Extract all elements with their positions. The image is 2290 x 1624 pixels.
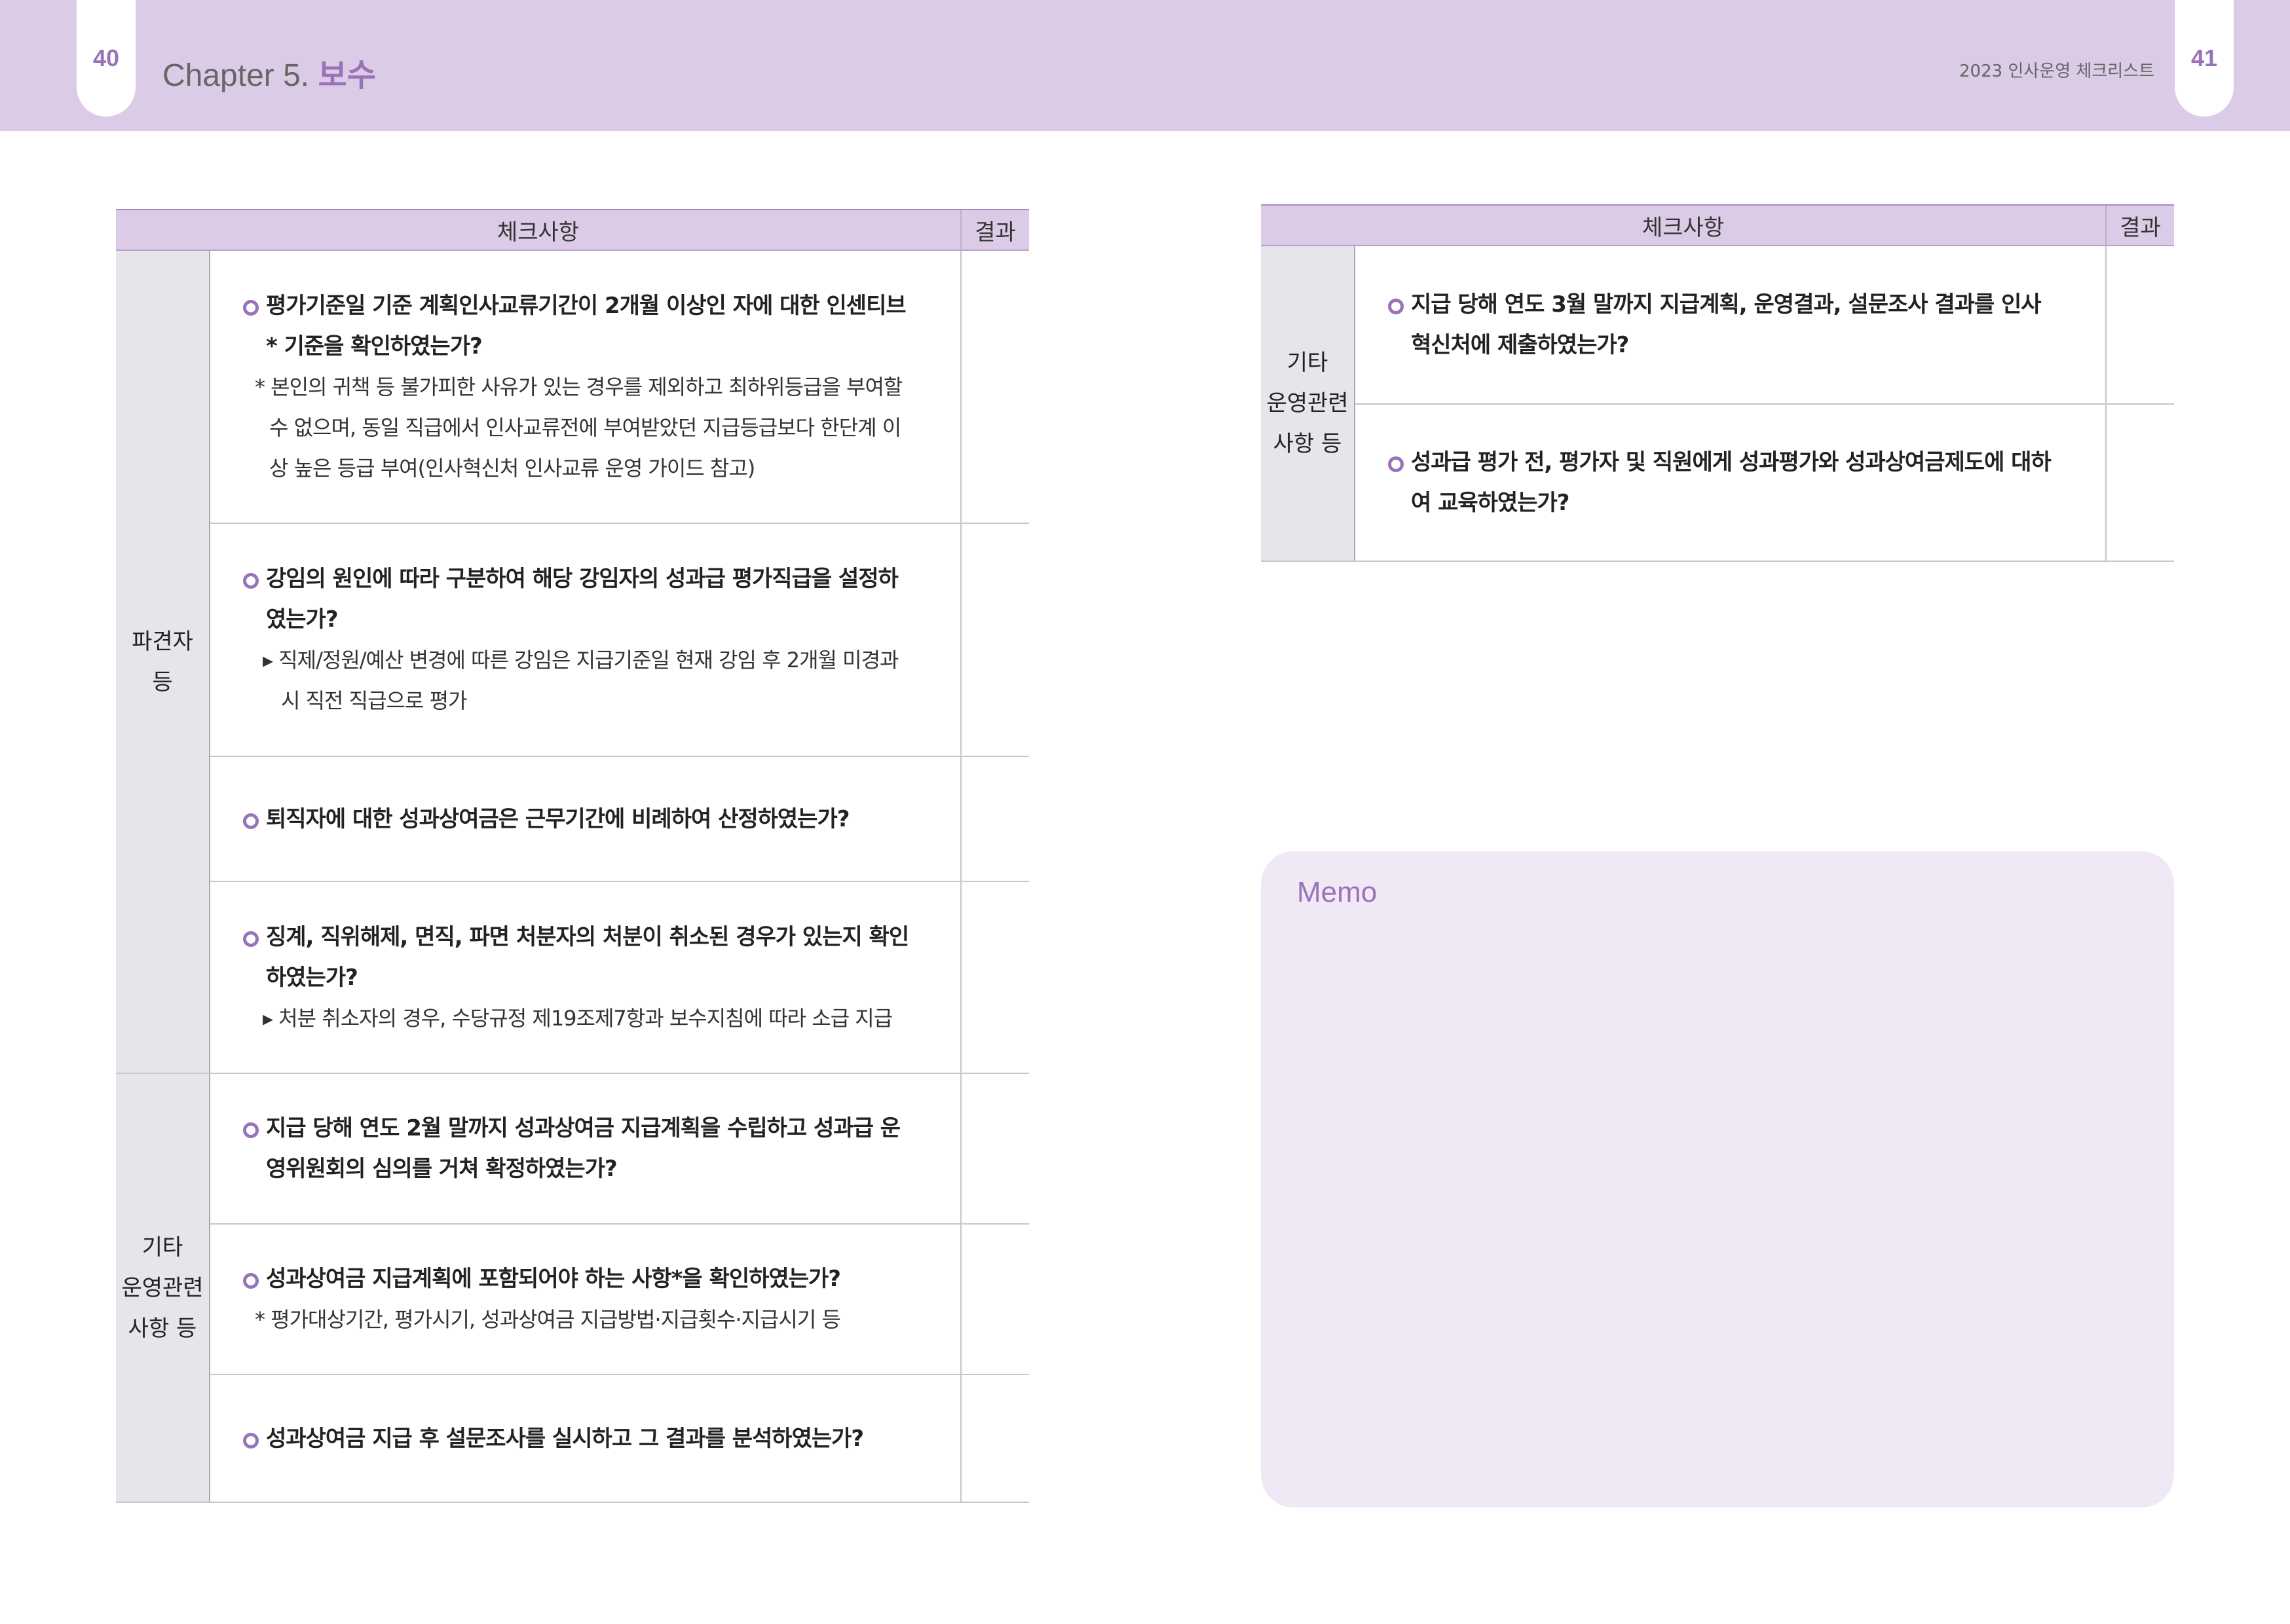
table-row: 성과상여금 지급 후 설문조사를 실시하고 그 결과를 분석하였는가? (116, 1375, 1029, 1503)
question-cell: 징계, 직위해제, 면직, 파면 처분자의 처분이 취소된 경우가 있는지 확인… (210, 881, 961, 1074)
running-head: 2023 인사운영 체크리스트 (1959, 62, 2154, 81)
question-text: 성과상여금 지급 후 설문조사를 실시하고 그 결과를 분석하였는가? (266, 1425, 864, 1452)
note-text: ▸ 직제/정원/예산 변경에 따른 강임은 지급기준일 현재 강임 후 2개월 … (263, 648, 899, 713)
category-cell: 기타 운영관련 사항 등 (116, 1073, 210, 1503)
memo-title: Memo (1297, 876, 1378, 908)
right-page-number: 41 (2175, 0, 2234, 117)
memo-box[interactable]: Memo (1261, 851, 2174, 1507)
question-text: 지급 당해 연도 2월 말까지 성과상여금 지급계획을 수립하고 성과급 운영위… (266, 1115, 901, 1182)
result-cell[interactable] (2105, 404, 2174, 562)
category-cell: 파견자 등 (116, 250, 210, 1074)
table-row: 강임의 원인에 따라 구분하여 해당 강임자의 성과급 평가직급을 설정하였는가… (116, 523, 1029, 757)
table-row: 성과상여금 지급계획에 포함되어야 하는 사항*을 확인하였는가? * 평가대상… (116, 1224, 1029, 1375)
question-text: 퇴직자에 대한 성과상여금은 근무기간에 비례하여 산정하였는가? (266, 805, 850, 832)
left-checklist-table: 체크사항 결과 파견자 등 평가기준일 기준 계획인사교류기간이 2개월 이상인… (116, 209, 1029, 1503)
question-cell: 성과상여금 지급 후 설문조사를 실시하고 그 결과를 분석하였는가? (210, 1375, 961, 1503)
column-header-check: 체크사항 (116, 209, 961, 251)
result-cell[interactable] (960, 523, 1029, 757)
question-text: 징계, 직위해제, 면직, 파면 처분자의 처분이 취소된 경우가 있는지 확인… (266, 923, 909, 991)
circle-bullet-icon (243, 1432, 259, 1449)
circle-bullet-icon (1388, 456, 1404, 472)
chapter-heading: Chapter 5. 보수 (162, 49, 376, 95)
question-text: 지급 당해 연도 3월 말까지 지급계획, 운영결과, 설문조사 결과를 인사혁… (1411, 291, 2042, 358)
question-cell: 지급 당해 연도 3월 말까지 지급계획, 운영결과, 설문조사 결과를 인사혁… (1355, 246, 2106, 405)
circle-bullet-icon (243, 573, 259, 589)
question-cell: 성과상여금 지급계획에 포함되어야 하는 사항*을 확인하였는가? * 평가대상… (210, 1224, 961, 1375)
circle-bullet-icon (243, 299, 259, 316)
chapter-title: 보수 (318, 57, 376, 94)
chapter-prefix: Chapter 5. (162, 58, 310, 93)
table-row: 퇴직자에 대한 성과상여금은 근무기간에 비례하여 산정하였는가? (116, 756, 1029, 882)
category-cell: 기타 운영관련 사항 등 (1261, 246, 1355, 562)
column-header-check: 체크사항 (1261, 204, 2106, 246)
circle-bullet-icon (1388, 299, 1404, 314)
note-text: * 본인의 귀책 등 불가피한 사유가 있는 경우를 제외하고 최하위등급을 부… (255, 374, 903, 481)
question-cell: 강임의 원인에 따라 구분하여 해당 강임자의 성과급 평가직급을 설정하였는가… (210, 523, 961, 757)
result-cell[interactable] (2105, 246, 2174, 405)
question-text: 성과상여금 지급계획에 포함되어야 하는 사항*을 확인하였는가? (266, 1266, 841, 1292)
table-row: 징계, 직위해제, 면직, 파면 처분자의 처분이 취소된 경우가 있는지 확인… (116, 881, 1029, 1074)
circle-bullet-icon (243, 1122, 259, 1138)
result-cell[interactable] (960, 756, 1029, 882)
table-header-row: 체크사항 결과 (1261, 204, 2174, 246)
result-cell[interactable] (960, 250, 1029, 524)
circle-bullet-icon (243, 813, 259, 829)
table-row: 성과급 평가 전, 평가자 및 직원에게 성과평가와 성과상여금제도에 대하여 … (1261, 404, 2174, 562)
result-cell[interactable] (960, 1073, 1029, 1225)
column-header-result: 결과 (2105, 204, 2174, 246)
table-row: 기타 운영관련 사항 등 지급 당해 연도 2월 말까지 성과상여금 지급계획을… (116, 1073, 1029, 1503)
result-cell[interactable] (960, 881, 1029, 1074)
question-cell: 성과급 평가 전, 평가자 및 직원에게 성과평가와 성과상여금제도에 대하여 … (1355, 404, 2106, 562)
question-text: 성과급 평가 전, 평가자 및 직원에게 성과평가와 성과상여금제도에 대하여 … (1411, 449, 2052, 516)
result-cell[interactable] (960, 1224, 1029, 1375)
question-cell: 평가기준일 기준 계획인사교류기간이 2개월 이상인 자에 대한 인센티브* 기… (210, 250, 961, 524)
table-header-row: 체크사항 결과 (116, 209, 1029, 251)
question-text: 강임의 원인에 따라 구분하여 해당 강임자의 성과급 평가직급을 설정하였는가… (266, 566, 899, 633)
circle-bullet-icon (243, 931, 259, 947)
note-text: ▸ 처분 취소자의 경우, 수당규정 제19조제7항과 보수지침에 따라 소급 … (263, 1005, 893, 1031)
right-checklist-table: 체크사항 결과 기타 운영관련 사항 등 지급 당해 연도 3월 말까지 지급계… (1261, 204, 2174, 562)
result-cell[interactable] (960, 1375, 1029, 1503)
table-row: 파견자 등 평가기준일 기준 계획인사교류기간이 2개월 이상인 자에 대한 인… (116, 250, 1029, 1074)
left-page-number: 40 (77, 0, 136, 117)
question-cell: 퇴직자에 대한 성과상여금은 근무기간에 비례하여 산정하였는가? (210, 756, 961, 882)
circle-bullet-icon (243, 1273, 259, 1289)
column-header-result: 결과 (960, 209, 1029, 251)
question-text: 평가기준일 기준 계획인사교류기간이 2개월 이상인 자에 대한 인센티브* 기… (266, 292, 907, 360)
page-header-band: 40 Chapter 5. 보수 2023 인사운영 체크리스트 41 (0, 0, 2290, 131)
note-text: * 평가대상기간, 평가시기, 성과상여금 지급방법·지급횟수·지급시기 등 (255, 1307, 841, 1332)
question-cell: 지급 당해 연도 2월 말까지 성과상여금 지급계획을 수립하고 성과급 운영위… (210, 1073, 961, 1225)
table-row: 기타 운영관련 사항 등 지급 당해 연도 3월 말까지 지급계획, 운영결과,… (1261, 246, 2174, 562)
